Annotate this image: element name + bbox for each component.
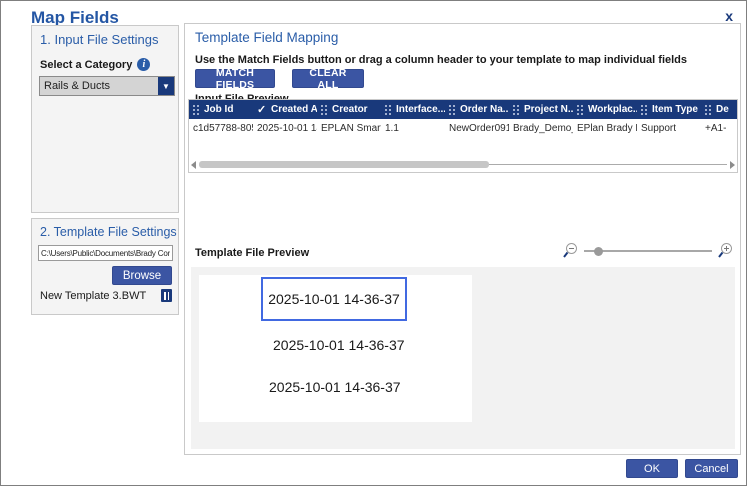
info-icon[interactable] <box>137 58 150 71</box>
cell-order-name: NewOrder0916 <box>445 119 509 140</box>
grip-icon <box>577 104 584 115</box>
template-file-preview-label: Template File Preview <box>195 247 309 259</box>
template-file-settings-panel: 2. Template File Settings Browse New Tem… <box>31 218 179 315</box>
template-file-settings-heading: 2. Template File Settings <box>40 225 177 239</box>
chevron-down-icon[interactable]: ▼ <box>158 77 174 95</box>
grip-icon <box>449 104 456 115</box>
table-header-row: Job Id ✓ Created At Creator Interface...… <box>189 100 738 119</box>
ok-button[interactable]: OK <box>626 459 678 478</box>
column-header-project-name[interactable]: Project N... <box>509 100 573 119</box>
zoom-slider-thumb[interactable] <box>594 247 603 256</box>
template-path-input[interactable] <box>38 245 173 261</box>
match-fields-button[interactable]: MATCH FIELDS <box>195 69 275 88</box>
template-object[interactable]: 2025-10-01 14-36-37 <box>273 337 405 353</box>
template-object[interactable]: 2025-10-01 14-36-37 <box>269 379 401 395</box>
grip-icon <box>641 104 648 115</box>
column-header-device[interactable]: De <box>701 100 738 119</box>
scrollbar-thumb[interactable] <box>199 161 489 168</box>
column-header-interface[interactable]: Interface... <box>381 100 445 119</box>
browse-button[interactable]: Browse <box>112 266 172 285</box>
cancel-button[interactable]: Cancel <box>685 459 738 478</box>
column-header-workplace[interactable]: Workplac... <box>573 100 637 119</box>
grip-icon <box>193 104 200 115</box>
zoom-out-icon[interactable] <box>562 242 579 259</box>
grip-icon <box>321 104 328 115</box>
template-canvas[interactable]: 2025-10-01 14-36-37 2025-10-01 14-36-37 … <box>199 275 472 422</box>
zoom-slider[interactable] <box>584 245 712 256</box>
grip-icon <box>705 104 712 115</box>
scroll-right-icon[interactable] <box>730 161 735 169</box>
template-field-mapping-panel: Template Field Mapping Use the Match Fie… <box>184 23 741 455</box>
map-fields-dialog: Map Fields x 1. Input File Settings Sele… <box>0 0 747 486</box>
cell-device: +A1- <box>701 119 738 140</box>
grip-icon <box>513 104 520 115</box>
cell-interface: 1.1 <box>381 119 445 140</box>
column-header-job-id[interactable]: Job Id <box>189 100 253 119</box>
input-file-settings-heading: 1. Input File Settings <box>40 32 159 47</box>
category-dropdown[interactable]: Rails & Ducts ▼ <box>39 76 175 96</box>
template-file-row: New Template 3.BWT <box>40 289 172 302</box>
select-category-row: Select a Category <box>40 58 150 71</box>
clear-all-button[interactable]: CLEAR ALL <box>292 69 364 88</box>
zoom-controls <box>562 242 734 259</box>
template-file-settings-header: 2. Template File Settings <box>40 225 172 239</box>
category-dropdown-value: Rails & Ducts <box>40 80 158 92</box>
close-icon[interactable]: x <box>725 9 733 23</box>
input-file-preview-table: Job Id ✓ Created At Creator Interface...… <box>188 99 738 173</box>
scroll-left-icon[interactable] <box>191 161 196 169</box>
column-header-item-type[interactable]: Item Type <box>637 100 701 119</box>
mapping-buttons-row: MATCH FIELDS CLEAR ALL <box>195 69 364 88</box>
template-file-name: New Template 3.BWT <box>40 290 146 302</box>
column-header-creator[interactable]: Creator <box>317 100 381 119</box>
cell-workplace: EPlan Brady Prin <box>573 119 637 140</box>
grip-icon <box>385 104 392 115</box>
cell-item-type: Support <box>637 119 701 140</box>
select-category-label: Select a Category <box>40 59 132 71</box>
table-row: c1d57788-8055- 2025-10-01 14-3 EPLAN Sma… <box>189 119 738 140</box>
cell-creator: EPLAN Smart Pro <box>317 119 381 140</box>
column-header-order-name[interactable]: Order Na... <box>445 100 509 119</box>
column-header-created-at[interactable]: ✓ Created At <box>253 100 317 119</box>
cell-job-id: c1d57788-8055- <box>189 119 253 140</box>
delete-template-icon[interactable] <box>161 289 172 302</box>
cell-project-name: Brady_Demo_Pro <box>509 119 573 140</box>
cell-created-at: 2025-10-01 14-3 <box>253 119 317 140</box>
input-file-settings-panel: 1. Input File Settings Select a Category… <box>31 25 179 213</box>
template-object-selected[interactable]: 2025-10-01 14-36-37 <box>261 277 407 321</box>
template-field-mapping-heading: Template Field Mapping <box>195 30 338 45</box>
horizontal-scrollbar[interactable] <box>191 160 735 169</box>
mapping-instruction: Use the Match Fields button or drag a co… <box>195 54 687 66</box>
template-preview-area: 2025-10-01 14-36-37 2025-10-01 14-36-37 … <box>191 267 735 449</box>
scrollbar-track[interactable] <box>199 160 727 169</box>
check-icon: ✓ <box>257 103 267 116</box>
zoom-in-icon[interactable] <box>717 242 734 259</box>
